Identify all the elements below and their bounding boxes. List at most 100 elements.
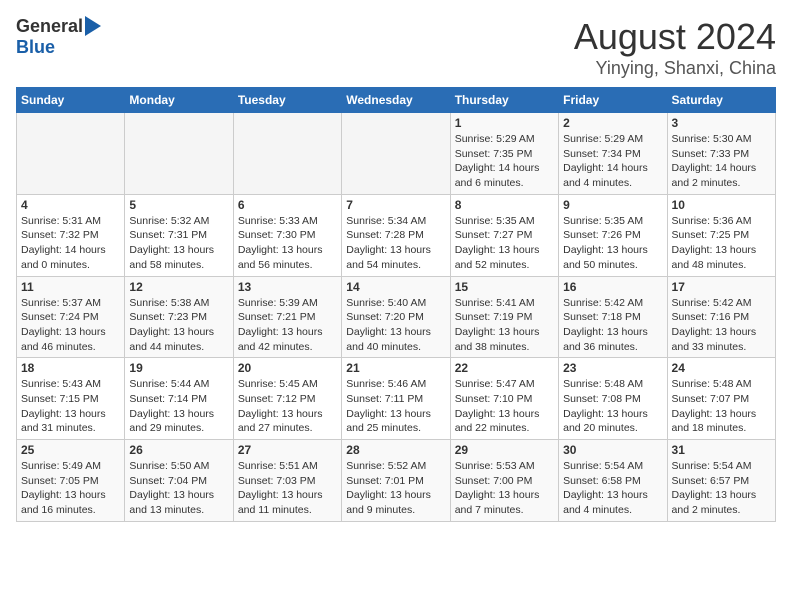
day-info: Sunrise: 5:35 AM Sunset: 7:26 PM Dayligh… xyxy=(563,214,662,273)
day-info: Sunrise: 5:46 AM Sunset: 7:11 PM Dayligh… xyxy=(346,377,445,436)
day-number: 16 xyxy=(563,280,662,294)
day-info: Sunrise: 5:42 AM Sunset: 7:16 PM Dayligh… xyxy=(672,296,771,355)
day-info: Sunrise: 5:35 AM Sunset: 7:27 PM Dayligh… xyxy=(455,214,554,273)
calendar-week-row: 18 Sunrise: 5:43 AM Sunset: 7:15 PM Dayli… xyxy=(17,358,776,440)
calendar-day-cell xyxy=(125,113,233,195)
day-number: 26 xyxy=(129,443,228,457)
calendar-day-cell: 13 Sunrise: 5:39 AM Sunset: 7:21 PM Dayli… xyxy=(233,276,341,358)
day-number: 27 xyxy=(238,443,337,457)
day-info: Sunrise: 5:43 AM Sunset: 7:15 PM Dayligh… xyxy=(21,377,120,436)
calendar-day-cell xyxy=(17,113,125,195)
day-number: 21 xyxy=(346,361,445,375)
day-number: 5 xyxy=(129,198,228,212)
day-number: 15 xyxy=(455,280,554,294)
day-of-week-header: Saturday xyxy=(667,88,775,113)
day-info: Sunrise: 5:48 AM Sunset: 7:07 PM Dayligh… xyxy=(672,377,771,436)
day-info: Sunrise: 5:51 AM Sunset: 7:03 PM Dayligh… xyxy=(238,459,337,518)
calendar-day-cell xyxy=(233,113,341,195)
calendar-day-cell: 14 Sunrise: 5:40 AM Sunset: 7:20 PM Dayli… xyxy=(342,276,450,358)
day-number: 10 xyxy=(672,198,771,212)
day-number: 9 xyxy=(563,198,662,212)
calendar-day-cell: 9 Sunrise: 5:35 AM Sunset: 7:26 PM Daylig… xyxy=(559,194,667,276)
calendar-day-cell: 28 Sunrise: 5:52 AM Sunset: 7:01 PM Dayli… xyxy=(342,440,450,522)
day-number: 4 xyxy=(21,198,120,212)
day-info: Sunrise: 5:32 AM Sunset: 7:31 PM Dayligh… xyxy=(129,214,228,273)
day-of-week-header: Monday xyxy=(125,88,233,113)
day-info: Sunrise: 5:40 AM Sunset: 7:20 PM Dayligh… xyxy=(346,296,445,355)
calendar-day-cell: 20Sunrise: 5:45 AM Sunset: 7:12 PM Dayli… xyxy=(233,358,341,440)
day-info: Sunrise: 5:54 AM Sunset: 6:57 PM Dayligh… xyxy=(672,459,771,518)
calendar-day-cell: 18 Sunrise: 5:43 AM Sunset: 7:15 PM Dayli… xyxy=(17,358,125,440)
day-info: Sunrise: 5:47 AM Sunset: 7:10 PM Dayligh… xyxy=(455,377,554,436)
day-info: Sunrise: 5:37 AM Sunset: 7:24 PM Dayligh… xyxy=(21,296,120,355)
day-number: 7 xyxy=(346,198,445,212)
header-row: SundayMondayTuesdayWednesdayThursdayFrid… xyxy=(17,88,776,113)
logo: General Blue xyxy=(16,16,101,58)
day-info: Sunrise: 5:44 AM Sunset: 7:14 PM Dayligh… xyxy=(129,377,228,436)
calendar-day-cell: 19 Sunrise: 5:44 AM Sunset: 7:14 PM Dayli… xyxy=(125,358,233,440)
day-info: Sunrise: 5:34 AM Sunset: 7:28 PM Dayligh… xyxy=(346,214,445,273)
day-info: Sunrise: 5:42 AM Sunset: 7:18 PM Dayligh… xyxy=(563,296,662,355)
day-info: Sunrise: 5:45 AM Sunset: 7:12 PM Dayligh… xyxy=(238,377,337,436)
calendar-day-cell: 23 Sunrise: 5:48 AM Sunset: 7:08 PM Dayli… xyxy=(559,358,667,440)
day-number: 31 xyxy=(672,443,771,457)
calendar-day-cell: 26 Sunrise: 5:50 AM Sunset: 7:04 PM Dayli… xyxy=(125,440,233,522)
page-title: August 2024 xyxy=(574,16,776,58)
day-number: 23 xyxy=(563,361,662,375)
calendar-day-cell: 25Sunrise: 5:49 AM Sunset: 7:05 PM Dayli… xyxy=(17,440,125,522)
logo-blue: Blue xyxy=(16,37,55,58)
day-number: 17 xyxy=(672,280,771,294)
day-info: Sunrise: 5:39 AM Sunset: 7:21 PM Dayligh… xyxy=(238,296,337,355)
calendar-day-cell: 6Sunrise: 5:33 AM Sunset: 7:30 PM Daylig… xyxy=(233,194,341,276)
calendar-day-cell: 2Sunrise: 5:29 AM Sunset: 7:34 PM Daylig… xyxy=(559,113,667,195)
day-info: Sunrise: 5:54 AM Sunset: 6:58 PM Dayligh… xyxy=(563,459,662,518)
day-number: 24 xyxy=(672,361,771,375)
logo-general: General xyxy=(16,16,83,37)
calendar-day-cell: 7 Sunrise: 5:34 AM Sunset: 7:28 PM Daylig… xyxy=(342,194,450,276)
day-number: 28 xyxy=(346,443,445,457)
calendar-day-cell: 21 Sunrise: 5:46 AM Sunset: 7:11 PM Dayli… xyxy=(342,358,450,440)
calendar-week-row: 11 Sunrise: 5:37 AM Sunset: 7:24 PM Dayli… xyxy=(17,276,776,358)
calendar-day-cell: 22 Sunrise: 5:47 AM Sunset: 7:10 PM Dayli… xyxy=(450,358,558,440)
calendar-day-cell: 31 Sunrise: 5:54 AM Sunset: 6:57 PM Dayli… xyxy=(667,440,775,522)
title-section: August 2024 Yinying, Shanxi, China xyxy=(574,16,776,79)
calendar-day-cell: 29Sunrise: 5:53 AM Sunset: 7:00 PM Dayli… xyxy=(450,440,558,522)
day-number: 19 xyxy=(129,361,228,375)
day-number: 11 xyxy=(21,280,120,294)
calendar-day-cell: 24 Sunrise: 5:48 AM Sunset: 7:07 PM Dayli… xyxy=(667,358,775,440)
day-number: 22 xyxy=(455,361,554,375)
page-subtitle: Yinying, Shanxi, China xyxy=(574,58,776,79)
calendar-day-cell: 8 Sunrise: 5:35 AM Sunset: 7:27 PM Daylig… xyxy=(450,194,558,276)
calendar-day-cell: 15 Sunrise: 5:41 AM Sunset: 7:19 PM Dayli… xyxy=(450,276,558,358)
day-of-week-header: Sunday xyxy=(17,88,125,113)
day-of-week-header: Wednesday xyxy=(342,88,450,113)
calendar-day-cell: 10 Sunrise: 5:36 AM Sunset: 7:25 PM Dayli… xyxy=(667,194,775,276)
calendar-header: SundayMondayTuesdayWednesdayThursdayFrid… xyxy=(17,88,776,113)
day-info: Sunrise: 5:49 AM Sunset: 7:05 PM Dayligh… xyxy=(21,459,120,518)
day-info: Sunrise: 5:29 AM Sunset: 7:35 PM Dayligh… xyxy=(455,132,554,191)
day-info: Sunrise: 5:31 AM Sunset: 7:32 PM Dayligh… xyxy=(21,214,120,273)
day-info: Sunrise: 5:52 AM Sunset: 7:01 PM Dayligh… xyxy=(346,459,445,518)
calendar-week-row: 1 Sunrise: 5:29 AM Sunset: 7:35 PM Daylig… xyxy=(17,113,776,195)
calendar-day-cell: 4 Sunrise: 5:31 AM Sunset: 7:32 PM Daylig… xyxy=(17,194,125,276)
day-number: 14 xyxy=(346,280,445,294)
day-number: 13 xyxy=(238,280,337,294)
calendar-day-cell: 17 Sunrise: 5:42 AM Sunset: 7:16 PM Dayli… xyxy=(667,276,775,358)
day-number: 29 xyxy=(455,443,554,457)
day-of-week-header: Thursday xyxy=(450,88,558,113)
day-number: 8 xyxy=(455,198,554,212)
day-of-week-header: Tuesday xyxy=(233,88,341,113)
calendar-day-cell: 27 Sunrise: 5:51 AM Sunset: 7:03 PM Dayli… xyxy=(233,440,341,522)
day-number: 18 xyxy=(21,361,120,375)
day-info: Sunrise: 5:50 AM Sunset: 7:04 PM Dayligh… xyxy=(129,459,228,518)
calendar-table: SundayMondayTuesdayWednesdayThursdayFrid… xyxy=(16,87,776,522)
page-header: General Blue August 2024 Yinying, Shanxi… xyxy=(16,16,776,79)
day-number: 1 xyxy=(455,116,554,130)
day-info: Sunrise: 5:48 AM Sunset: 7:08 PM Dayligh… xyxy=(563,377,662,436)
calendar-day-cell: 12Sunrise: 5:38 AM Sunset: 7:23 PM Dayli… xyxy=(125,276,233,358)
day-number: 30 xyxy=(563,443,662,457)
calendar-day-cell: 11 Sunrise: 5:37 AM Sunset: 7:24 PM Dayli… xyxy=(17,276,125,358)
day-info: Sunrise: 5:38 AM Sunset: 7:23 PM Dayligh… xyxy=(129,296,228,355)
day-info: Sunrise: 5:36 AM Sunset: 7:25 PM Dayligh… xyxy=(672,214,771,273)
day-info: Sunrise: 5:41 AM Sunset: 7:19 PM Dayligh… xyxy=(455,296,554,355)
